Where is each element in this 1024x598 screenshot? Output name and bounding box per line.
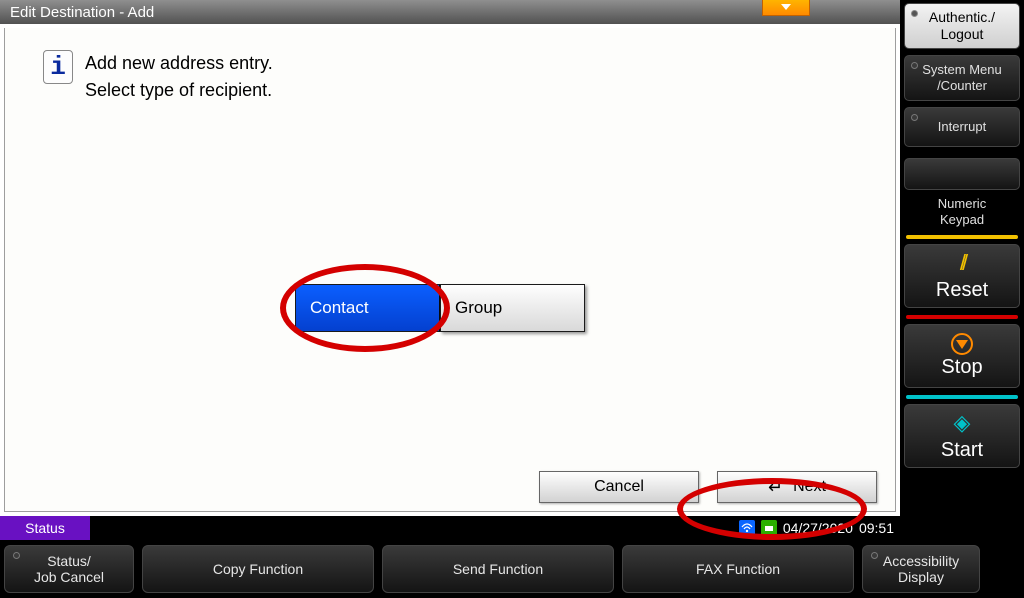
interrupt-button[interactable]: Interrupt [904, 107, 1020, 147]
system-menu-counter-button[interactable]: System Menu /Counter [904, 55, 1020, 101]
wifi-icon [739, 520, 755, 536]
divider-red [906, 315, 1018, 319]
authenticate-logout-button[interactable]: Authentic./ Logout [904, 3, 1020, 49]
fax-function-button[interactable]: FAX Function [622, 545, 854, 593]
accessibility-display-button[interactable]: Accessibility Display [862, 545, 980, 593]
stop-icon [951, 333, 973, 355]
status-bar: Status 04/27/2020 09:51 [0, 516, 900, 540]
option-group-button[interactable]: Group [440, 284, 585, 332]
status-job-cancel-button[interactable]: Status/ Job Cancel [4, 545, 134, 593]
enter-icon: ↵ [768, 477, 783, 498]
window-title: Edit Destination - Add [10, 4, 154, 21]
window-titlebar: Edit Destination - Add [0, 0, 900, 24]
send-function-button[interactable]: Send Function [382, 545, 614, 593]
hardware-side-panel: Authentic./ Logout System Menu /Counter … [900, 0, 1024, 598]
cancel-button[interactable]: Cancel [539, 471, 699, 503]
function-bar: Status/ Job Cancel Copy Function Send Fu… [0, 540, 900, 598]
status-button[interactable]: Status [0, 516, 90, 540]
instruction-text: Add new address entry. Select type of re… [85, 50, 273, 104]
stop-button[interactable]: Stop [904, 324, 1020, 388]
divider-cyan [906, 395, 1018, 399]
copy-function-button[interactable]: Copy Function [142, 545, 374, 593]
next-button[interactable]: ↵ Next [717, 471, 877, 503]
divider-yellow [906, 235, 1018, 239]
reset-button[interactable]: // Reset [904, 244, 1020, 308]
status-date: 04/27/2020 [783, 520, 853, 536]
info-icon: i [43, 50, 73, 84]
status-time: 09:51 [859, 520, 894, 536]
start-icon: ◈ [954, 410, 971, 436]
start-button[interactable]: ◈ Start [904, 404, 1020, 468]
status-indicator-icon [761, 520, 777, 536]
numeric-keypad-button[interactable] [904, 158, 1020, 190]
dropdown-tab[interactable] [762, 0, 810, 16]
numeric-keypad-label: Numeric Keypad [904, 196, 1020, 228]
reset-icon: // [960, 250, 964, 276]
option-contact-button[interactable]: Contact [295, 284, 440, 332]
content-panel: i Add new address entry. Select type of … [0, 24, 900, 516]
